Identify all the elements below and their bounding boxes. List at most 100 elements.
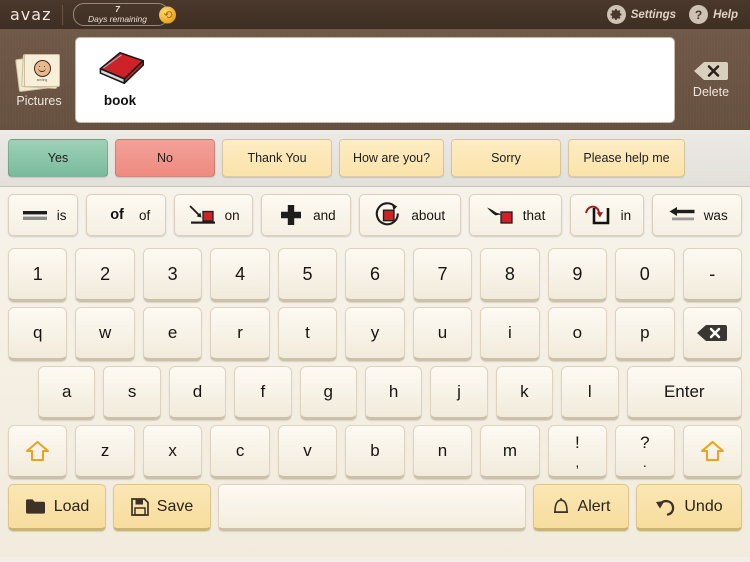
keyboard-row-qwerty: q w e r t y u i o p (8, 307, 742, 361)
key-i[interactable]: i (480, 307, 540, 361)
key-b[interactable]: b (345, 425, 405, 479)
key-0[interactable]: 0 (615, 248, 675, 302)
message-sentence-box[interactable]: book (75, 36, 675, 123)
trial-days-label: Days remaining (87, 14, 148, 24)
key-s[interactable]: s (103, 366, 161, 420)
undo-arrow-icon (655, 497, 676, 516)
shift-up-arrow-icon (700, 440, 725, 462)
key-y[interactable]: y (345, 307, 405, 361)
keyboard-row-numbers: 1 2 3 4 5 6 7 8 9 0 - (8, 248, 742, 302)
key-5[interactable]: 5 (277, 248, 338, 302)
key-m[interactable]: m (480, 425, 540, 479)
alert-label: Alert (577, 497, 611, 515)
key-2[interactable]: 2 (75, 248, 135, 302)
key-shift-right[interactable] (682, 425, 742, 479)
alert-button[interactable]: Alert (533, 484, 629, 531)
undo-button[interactable]: Undo (636, 484, 742, 531)
settings-button[interactable]: Settings (603, 5, 680, 24)
key-t[interactable]: t (277, 307, 338, 361)
circular-arrow-around-block-icon (374, 201, 404, 228)
key-h[interactable]: h (364, 366, 423, 420)
save-label: Save (156, 497, 194, 515)
key-e[interactable]: e (142, 307, 203, 361)
key-n[interactable]: n (412, 425, 473, 479)
key-6[interactable]: 6 (345, 248, 405, 302)
trial-days-badge[interactable]: 7 Days remaining ⟲ (73, 3, 177, 26)
key-p[interactable]: p (615, 307, 675, 361)
key-k[interactable]: k (495, 366, 554, 420)
undo-label: Undo (684, 497, 723, 515)
prediction-in[interactable]: in (570, 194, 645, 236)
key-question-glyph: ? (640, 432, 650, 452)
delete-button[interactable]: Delete (680, 60, 742, 99)
key-f[interactable]: f (234, 366, 292, 420)
help-button[interactable]: ? Help (685, 5, 742, 24)
keyboard-bottom-bar: Load Save Alert Undo (8, 484, 742, 536)
key-3[interactable]: 3 (142, 248, 203, 302)
key-v[interactable]: v (277, 425, 338, 479)
save-button[interactable]: Save (113, 484, 211, 531)
key-period-glyph: . (642, 453, 647, 470)
prediction-label: of (139, 207, 151, 223)
key-a[interactable]: a (38, 366, 96, 420)
key-1[interactable]: 1 (8, 248, 68, 302)
key-exclaim-comma[interactable]: ! , (547, 425, 608, 479)
quick-phrase-yes[interactable]: Yes (8, 139, 108, 177)
prediction-about[interactable]: about (358, 194, 461, 236)
prediction-label: was (703, 207, 728, 223)
bell-icon (552, 497, 570, 516)
message-area: smiling Pictures book Delete (0, 29, 750, 130)
key-z[interactable]: z (75, 425, 135, 479)
prediction-that[interactable]: that (468, 194, 563, 236)
prediction-label: in (620, 207, 632, 223)
key-u[interactable]: u (412, 307, 473, 361)
quick-phrases-bar: Yes No Thank You How are you? Sorry Plea… (0, 130, 750, 187)
quick-phrase-how-are-you[interactable]: How are you? (339, 139, 444, 177)
prediction-and[interactable]: and (261, 194, 351, 236)
key-o[interactable]: o (547, 307, 608, 361)
message-item[interactable]: book (84, 44, 156, 108)
key-backspace[interactable] (682, 307, 742, 361)
quick-phrase-thank-you[interactable]: Thank You (222, 139, 332, 177)
key-g[interactable]: g (299, 366, 357, 420)
key-r[interactable]: r (210, 307, 270, 361)
message-word: book (103, 92, 137, 108)
arrow-into-container-icon (584, 202, 614, 228)
prediction-of[interactable]: of of (86, 194, 167, 236)
key-shift-left[interactable] (8, 425, 68, 479)
logo-divider (62, 4, 64, 25)
key-hyphen[interactable]: - (682, 248, 742, 302)
key-7[interactable]: 7 (412, 248, 473, 302)
prediction-label: is (56, 207, 67, 223)
folder-icon (25, 498, 46, 515)
key-c[interactable]: c (210, 425, 270, 479)
key-9[interactable]: 9 (547, 248, 608, 302)
key-8[interactable]: 8 (480, 248, 540, 302)
top-bar: avaz 7 Days remaining ⟲ Settings ? Help (0, 0, 750, 29)
load-button[interactable]: Load (8, 484, 106, 531)
app-logo: avaz (10, 5, 52, 24)
prediction-was[interactable]: was (652, 194, 742, 236)
prediction-label: that (522, 207, 546, 223)
picture-cards-smiley-icon: smiling (15, 51, 61, 93)
key-x[interactable]: x (142, 425, 203, 479)
prediction-label: about (411, 207, 446, 223)
pictures-button[interactable]: smiling Pictures (8, 51, 70, 108)
prediction-is[interactable]: is (8, 194, 79, 236)
key-enter[interactable]: Enter (626, 366, 743, 420)
key-d[interactable]: d (168, 366, 227, 420)
refresh-coin-icon[interactable]: ⟲ (159, 6, 177, 23)
prediction-on[interactable]: on (174, 194, 254, 236)
quick-phrase-no[interactable]: No (115, 139, 215, 177)
red-book-icon (99, 51, 144, 84)
key-l[interactable]: l (561, 366, 619, 420)
quick-phrase-please-help-me[interactable]: Please help me (568, 139, 685, 177)
key-question-period[interactable]: ? . (615, 425, 675, 479)
key-4[interactable]: 4 (210, 248, 270, 302)
key-w[interactable]: w (75, 307, 135, 361)
key-j[interactable]: j (430, 366, 488, 420)
key-space[interactable] (218, 484, 526, 531)
on-screen-keyboard: 1 2 3 4 5 6 7 8 9 0 - q w e r t y u i o … (0, 243, 750, 557)
key-q[interactable]: q (8, 307, 68, 361)
quick-phrase-sorry[interactable]: Sorry (451, 139, 561, 177)
